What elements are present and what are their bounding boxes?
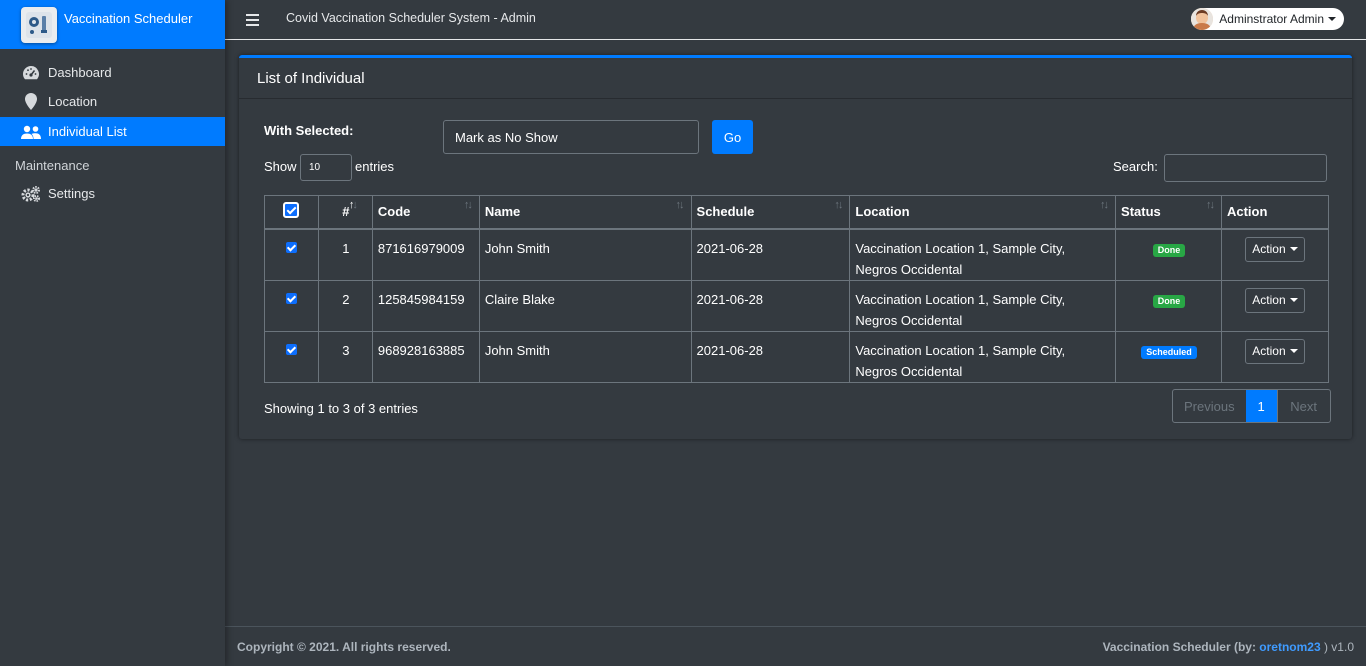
brand-title: Vaccination Scheduler — [64, 11, 193, 26]
row-status: Done — [1115, 228, 1222, 281]
sidebar-item-individual-list[interactable]: Individual List — [0, 117, 225, 146]
column-header-number[interactable]: # ↑↓ — [317, 195, 373, 230]
user-name: Adminstrator Admin — [1219, 12, 1324, 26]
table-row: 2 125845984159 Claire Blake 2021-06-28 V… — [264, 279, 1330, 332]
row-number: 3 — [317, 330, 373, 383]
entries-label: entries — [355, 159, 395, 174]
select-all-checkbox[interactable] — [264, 195, 319, 230]
table-header-row: # ↑↓ Code ↑↓ Name ↑↓ Schedule ↑↓ Location ↑↓ … — [264, 195, 1330, 230]
status-badge: Done — [1152, 294, 1186, 308]
row-location: Vaccination Location 1, Sample City, Negr… — [849, 228, 1117, 281]
gears-icon — [21, 185, 41, 203]
individual-list-card: List of Individual With Selected: Mark a… — [239, 55, 1352, 439]
sort-icon: ↑↓ — [834, 199, 843, 211]
row-name: John Smith — [478, 228, 692, 281]
pagination: Previous 1 Next — [1172, 389, 1331, 423]
row-code: 968928163885 — [371, 330, 480, 383]
card-title: List of Individual — [239, 58, 1352, 99]
avatar — [1191, 8, 1214, 30]
table-info: Showing 1 to 3 of 3 entries — [264, 401, 418, 416]
row-number: 2 — [317, 279, 373, 332]
sidebar-item-settings[interactable]: Settings — [0, 179, 225, 208]
row-schedule: 2021-06-28 — [690, 330, 851, 383]
map-marker-icon — [21, 93, 41, 111]
sidebar-item-location[interactable]: Location — [0, 87, 225, 116]
sidebar-item-label: Location — [48, 94, 98, 109]
row-status: Done — [1115, 279, 1222, 332]
footer-credit: Vaccination Scheduler (by: oretnom23 ) v… — [1102, 639, 1354, 654]
sort-icon: ↑↓ — [1205, 199, 1215, 211]
top-navbar: Covid Vaccination Scheduler System - Adm… — [225, 0, 1366, 40]
row-code: 125845984159 — [371, 279, 480, 332]
action-dropdown-button[interactable]: Action — [1244, 236, 1305, 262]
bulk-action-select[interactable]: Mark as No Show — [443, 120, 699, 154]
row-number: 1 — [317, 228, 373, 281]
sidebar: Vaccination Scheduler Dashboard Location… — [0, 0, 225, 666]
brand[interactable]: Vaccination Scheduler — [0, 0, 225, 49]
pagination-next-button[interactable]: Next — [1276, 390, 1330, 422]
sort-icon: ↑↓ — [1100, 199, 1109, 211]
individual-table: # ↑↓ Code ↑↓ Name ↑↓ Schedule ↑↓ Location ↑↓ … — [264, 195, 1330, 383]
row-checkbox[interactable] — [264, 279, 319, 332]
menu-toggle-icon[interactable] — [246, 13, 259, 26]
chevron-down-icon — [1289, 247, 1298, 252]
pagination-previous-button[interactable]: Previous — [1173, 390, 1246, 422]
user-menu-button[interactable]: Adminstrator Admin — [1191, 8, 1344, 30]
column-header-status[interactable]: Status ↑↓ — [1115, 195, 1222, 230]
row-checkbox[interactable] — [264, 330, 319, 383]
show-label: Show — [264, 159, 297, 174]
users-icon — [21, 123, 41, 141]
status-badge: Done — [1152, 243, 1186, 257]
row-name: Claire Blake — [478, 279, 692, 332]
author-link[interactable]: oretnom23 — [1259, 640, 1320, 654]
row-code: 871616979009 — [371, 228, 480, 281]
row-location: Vaccination Location 1, Sample City, Negr… — [849, 330, 1117, 383]
sidebar-item-label: Individual List — [48, 124, 127, 139]
app-title: Covid Vaccination Scheduler System - Adm… — [286, 10, 536, 25]
brand-logo-icon — [21, 6, 57, 43]
search-input[interactable] — [1164, 154, 1327, 182]
row-checkbox[interactable] — [264, 228, 319, 281]
column-header-name[interactable]: Name ↑↓ — [478, 195, 692, 230]
row-action-cell: Action — [1220, 279, 1330, 332]
go-button[interactable]: Go — [712, 120, 753, 154]
chevron-down-icon — [1289, 298, 1298, 303]
sidebar-header-maintenance: Maintenance — [15, 158, 90, 173]
sidebar-item-dashboard[interactable]: Dashboard — [0, 58, 225, 87]
row-schedule: 2021-06-28 — [690, 279, 851, 332]
table-row: 1 871616979009 John Smith 2021-06-28 Vac… — [264, 228, 1330, 281]
column-header-code[interactable]: Code ↑↓ — [371, 195, 480, 230]
table-row: 3 968928163885 John Smith 2021-06-28 Vac… — [264, 330, 1330, 383]
sidebar-item-label: Settings — [48, 186, 95, 201]
footer: Copyright © 2021. All rights reserved. V… — [225, 626, 1366, 666]
row-status: Scheduled — [1115, 330, 1222, 383]
search-label: Search: — [1113, 159, 1158, 174]
row-schedule: 2021-06-28 — [690, 228, 851, 281]
sidebar-nav: Dashboard Location Individual List Maint… — [0, 49, 225, 208]
column-header-location[interactable]: Location ↑↓ — [849, 195, 1117, 230]
row-name: John Smith — [478, 330, 692, 383]
chevron-down-icon — [1328, 17, 1336, 21]
footer-copyright: Copyright © 2021. All rights reserved. — [237, 639, 451, 654]
action-dropdown-button[interactable]: Action — [1244, 338, 1305, 364]
row-location: Vaccination Location 1, Sample City, Negr… — [849, 279, 1117, 332]
sort-icon: ↑↓ — [675, 199, 685, 211]
action-dropdown-button[interactable]: Action — [1244, 287, 1305, 313]
status-badge: Scheduled — [1141, 345, 1197, 359]
sort-icon: ↑↓ — [463, 199, 473, 211]
chevron-down-icon — [1289, 349, 1298, 354]
sidebar-item-label: Dashboard — [48, 65, 112, 80]
column-header-action: Action — [1220, 195, 1330, 230]
pagination-page-1[interactable]: 1 — [1245, 390, 1277, 422]
with-selected-label: With Selected: — [264, 123, 354, 138]
column-header-schedule[interactable]: Schedule ↑↓ — [690, 195, 851, 230]
row-action-cell: Action — [1220, 228, 1330, 281]
row-action-cell: Action — [1220, 330, 1330, 383]
sort-asc-icon: ↑↓ — [348, 199, 358, 211]
entries-select[interactable]: 10 — [300, 154, 352, 181]
dashboard-icon — [21, 64, 41, 82]
